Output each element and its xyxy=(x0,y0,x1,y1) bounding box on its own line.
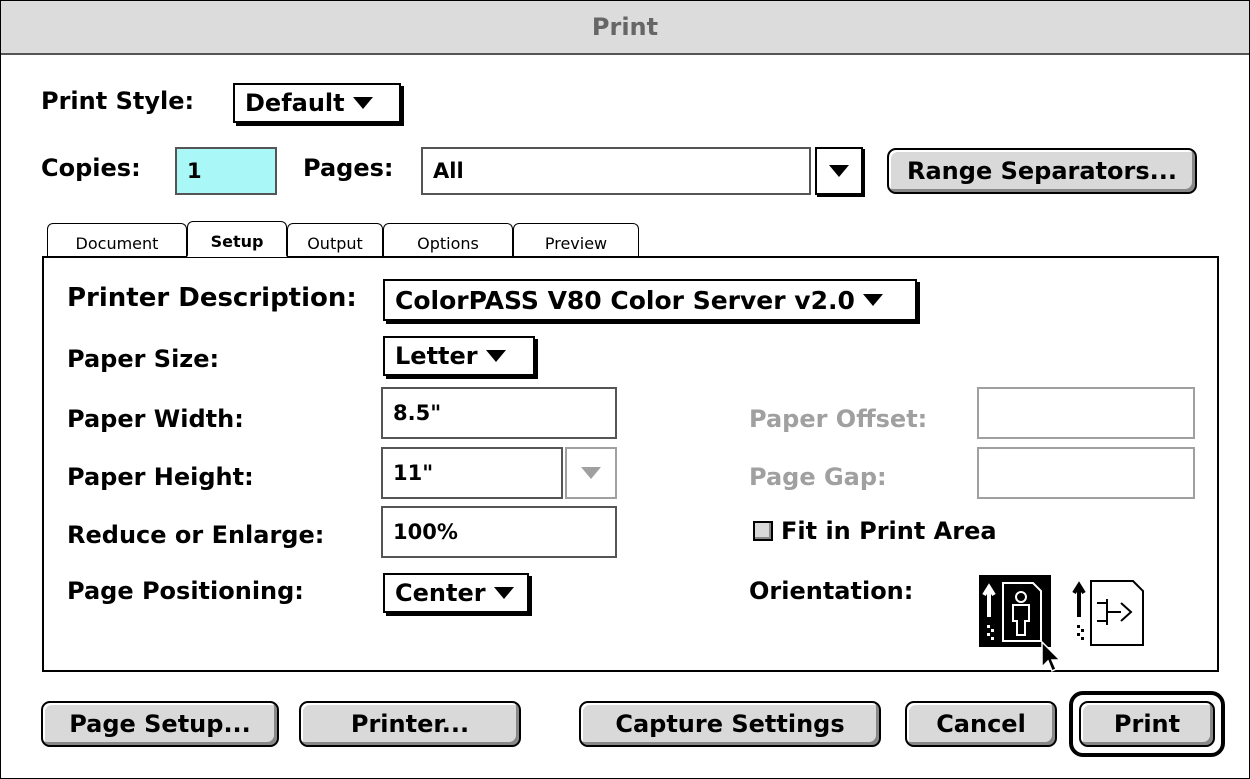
paper-size-popup[interactable]: Letter xyxy=(383,336,535,376)
tab-output-label: Output xyxy=(307,234,363,253)
tab-output[interactable]: Output xyxy=(287,223,383,257)
range-separators-button[interactable]: Range Separators... xyxy=(887,148,1197,194)
page-positioning-value: Center xyxy=(395,579,486,607)
page-gap-field xyxy=(977,447,1195,499)
print-style-popup[interactable]: Default xyxy=(233,83,401,123)
print-button[interactable]: Print xyxy=(1079,701,1215,747)
window-title: Print xyxy=(591,13,659,41)
reduce-enlarge-field[interactable]: 100% xyxy=(381,506,617,558)
paper-height-field[interactable]: 11" xyxy=(381,447,563,499)
pages-value: All xyxy=(433,159,464,183)
paper-size-value: Letter xyxy=(395,342,478,370)
cancel-label: Cancel xyxy=(936,710,1026,738)
page-positioning-label: Page Positioning: xyxy=(67,577,304,605)
capture-settings-button[interactable]: Capture Settings xyxy=(579,701,881,747)
tab-options-label: Options xyxy=(417,234,479,253)
copies-label: Copies: xyxy=(41,154,141,182)
range-separators-label: Range Separators... xyxy=(907,157,1177,185)
page-setup-button[interactable]: Page Setup... xyxy=(41,701,279,747)
copies-field[interactable]: 1 xyxy=(175,147,277,195)
paper-size-label: Paper Size: xyxy=(67,345,220,373)
pages-label: Pages: xyxy=(303,154,394,182)
printer-label: Printer... xyxy=(350,710,470,738)
copies-value: 1 xyxy=(187,159,202,183)
orientation-label: Orientation: xyxy=(749,577,914,605)
tab-document-label: Document xyxy=(75,234,159,253)
paper-width-field[interactable]: 8.5" xyxy=(381,387,617,439)
landscape-orientation-button[interactable] xyxy=(1069,573,1149,649)
paper-height-value: 11" xyxy=(393,461,434,485)
dropdown-arrow-icon xyxy=(485,350,506,362)
tab-setup[interactable]: Setup xyxy=(187,221,287,257)
print-label: Print xyxy=(1113,710,1181,738)
print-dialog: Print Print Style: Default Copies: 1 Pag… xyxy=(0,0,1250,779)
pages-field[interactable]: All xyxy=(421,147,811,195)
portrait-orientation-button[interactable] xyxy=(979,575,1051,647)
printer-description-popup[interactable]: ColorPASS V80 Color Server v2.0 xyxy=(383,279,917,321)
printer-button[interactable]: Printer... xyxy=(299,701,521,747)
dropdown-arrow-icon xyxy=(493,587,514,599)
page-setup-label: Page Setup... xyxy=(69,710,251,738)
reduce-enlarge-value: 100% xyxy=(393,520,458,544)
dropdown-arrow-icon xyxy=(352,97,373,109)
cancel-button[interactable]: Cancel xyxy=(905,701,1057,747)
dropdown-arrow-icon xyxy=(829,165,849,177)
paper-width-label: Paper Width: xyxy=(67,405,244,433)
paper-offset-field xyxy=(977,387,1195,439)
reduce-enlarge-label: Reduce or Enlarge: xyxy=(67,521,325,549)
tab-options[interactable]: Options xyxy=(383,223,513,257)
tab-preview[interactable]: Preview xyxy=(513,223,639,257)
fit-in-print-area-label: Fit in Print Area xyxy=(781,517,997,545)
printer-description-label: Printer Description: xyxy=(67,283,357,313)
capture-settings-label: Capture Settings xyxy=(615,710,845,738)
paper-offset-label: Paper Offset: xyxy=(749,405,928,433)
dropdown-arrow-icon xyxy=(581,467,601,479)
fit-in-print-area-checkbox[interactable] xyxy=(753,521,773,541)
landscape-orientation-icon xyxy=(1072,580,1144,646)
pages-dropdown-button[interactable] xyxy=(815,147,863,195)
print-style-value: Default xyxy=(245,89,345,117)
tab-preview-label: Preview xyxy=(544,234,608,253)
page-gap-label: Page Gap: xyxy=(749,463,887,491)
portrait-orientation-icon xyxy=(982,582,1042,642)
mouse-cursor-icon xyxy=(1041,641,1062,673)
paper-width-value: 8.5" xyxy=(393,401,442,425)
dropdown-arrow-icon xyxy=(862,294,883,306)
tab-setup-label: Setup xyxy=(210,232,264,251)
title-bar[interactable]: Print xyxy=(1,1,1249,55)
tab-document[interactable]: Document xyxy=(47,223,187,257)
page-positioning-popup[interactable]: Center xyxy=(383,573,529,613)
print-style-label: Print Style: xyxy=(41,87,195,115)
paper-height-dropdown-button xyxy=(565,447,617,499)
printer-description-value: ColorPASS V80 Color Server v2.0 xyxy=(395,285,855,315)
paper-height-label: Paper Height: xyxy=(67,463,254,491)
